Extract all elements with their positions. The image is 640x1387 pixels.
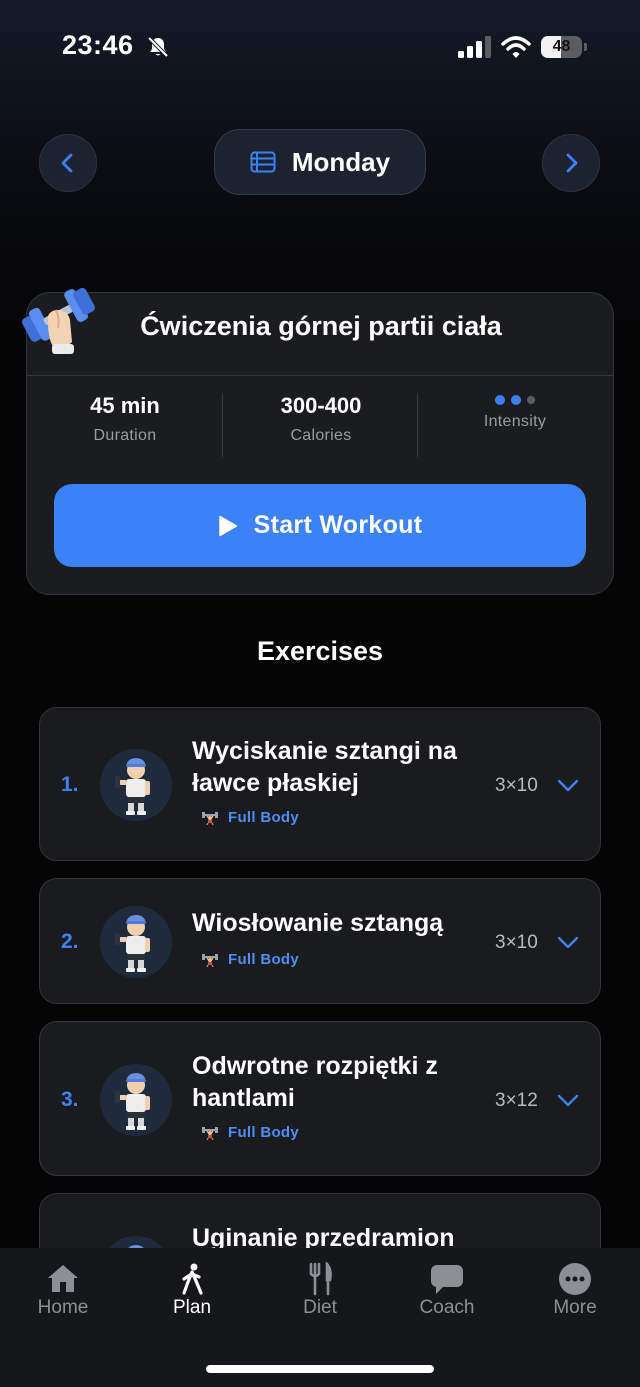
- weightlifter-icon: [202, 810, 218, 825]
- fork-knife-icon: [309, 1262, 332, 1296]
- exercise-tag: Full Body: [202, 809, 299, 826]
- exercise-name: Wyciskanie sztangi na ławce płaskiej: [192, 737, 457, 797]
- status-time: 23:46: [62, 30, 134, 60]
- tab-label: Coach: [419, 1297, 475, 1318]
- chevron-down-icon[interactable]: [556, 773, 580, 797]
- exercise-tag-label: Full Body: [228, 809, 300, 826]
- calories-stat: 300-400 Calories: [223, 391, 419, 457]
- wifi-icon: [501, 36, 531, 58]
- next-day-button[interactable]: [542, 134, 600, 192]
- intensity-dot-active: [495, 395, 505, 405]
- intensity-dot-inactive: [527, 396, 535, 404]
- chevron-right-icon: [566, 153, 578, 173]
- chevron-down-icon[interactable]: [556, 930, 580, 954]
- exercise-avatar: [100, 906, 172, 978]
- duration-value: 45 min: [90, 393, 160, 418]
- exercise-sets: 3×10: [495, 775, 538, 796]
- exercise-sets: 3×12: [495, 1090, 538, 1111]
- previous-day-button[interactable]: [39, 134, 97, 192]
- exercise-avatar: [100, 749, 172, 821]
- exercise-card[interactable]: 1. Wyciskanie sztangi na ławce płaskiej …: [39, 707, 601, 861]
- workout-card: Ćwiczenia górnej partii ciała 45 min Dur…: [26, 292, 614, 595]
- tab-label: Plan: [172, 1297, 212, 1318]
- walking-person-icon: [182, 1263, 203, 1295]
- chat-bubble-icon: [431, 1265, 463, 1294]
- cellular-signal-icon: [458, 36, 491, 58]
- workout-title: Ćwiczenia górnej partii ciała: [140, 311, 502, 341]
- exercise-tag: Full Body: [202, 1124, 299, 1141]
- weightlifter-icon: [202, 1125, 218, 1140]
- tab-more[interactable]: More: [520, 1262, 630, 1328]
- exercise-avatar: [100, 1064, 172, 1136]
- weightlifter-icon: [202, 952, 218, 967]
- exercise-card[interactable]: 3. Odwrotne rozpiętki z hantlami Full Bo…: [39, 1021, 601, 1176]
- tab-label: More: [553, 1297, 597, 1318]
- current-day-label: Monday: [291, 146, 391, 177]
- start-workout-label: Start Workout: [253, 511, 423, 539]
- chevron-left-icon: [61, 153, 73, 173]
- intensity-dot-active: [511, 395, 521, 405]
- home-indicator: [206, 1365, 434, 1373]
- intensity-label: Intensity: [483, 413, 547, 430]
- exercise-name: Odwrotne rozpiętki z hantlami: [192, 1052, 438, 1112]
- calories-label: Calories: [290, 427, 352, 444]
- duration-stat: 45 min Duration: [27, 391, 223, 457]
- exercise-card[interactable]: 2. Wiosłowanie sztangą Full Body 3×10: [39, 878, 601, 1004]
- tab-label: Home: [37, 1297, 89, 1318]
- duration-label: Duration: [93, 427, 157, 444]
- tab-bar: Home Plan Diet Coach More: [0, 1248, 640, 1387]
- exercise-sets: 3×10: [495, 932, 538, 953]
- intensity-stat: Intensity: [417, 391, 613, 457]
- exercise-name: Wiosłowanie sztangą: [192, 909, 444, 937]
- status-bar: 23:46 48: [0, 0, 640, 96]
- intensity-dots: [417, 393, 613, 407]
- chevron-down-icon[interactable]: [556, 1088, 580, 1112]
- battery-level: 48: [552, 38, 571, 55]
- tab-coach[interactable]: Coach: [392, 1262, 502, 1328]
- calories-value: 300-400: [280, 393, 362, 418]
- exercise-tag-label: Full Body: [228, 1124, 300, 1141]
- tab-plan[interactable]: Plan: [137, 1262, 247, 1328]
- calendar-list-icon: [250, 151, 276, 173]
- home-icon: [48, 1265, 78, 1292]
- bell-slash-icon: [147, 36, 169, 58]
- exercise-tag: Full Body: [202, 951, 299, 968]
- exercise-index: 2.: [61, 930, 79, 953]
- more-dots-icon: [559, 1263, 591, 1295]
- exercise-tag-label: Full Body: [228, 951, 300, 968]
- tab-home[interactable]: Home: [8, 1262, 118, 1328]
- play-icon: [218, 515, 237, 536]
- tab-label: Diet: [303, 1297, 337, 1318]
- exercise-index: 1.: [61, 773, 79, 796]
- card-divider: [27, 375, 613, 376]
- exercise-index: 3.: [61, 1088, 79, 1111]
- dumbbell-icon: [21, 287, 95, 354]
- tab-diet[interactable]: Diet: [265, 1262, 375, 1328]
- start-workout-button[interactable]: Start Workout: [54, 484, 586, 567]
- exercises-heading: Exercises: [256, 636, 384, 666]
- battery-icon: 48: [541, 36, 587, 58]
- day-selector[interactable]: Monday: [214, 129, 426, 195]
